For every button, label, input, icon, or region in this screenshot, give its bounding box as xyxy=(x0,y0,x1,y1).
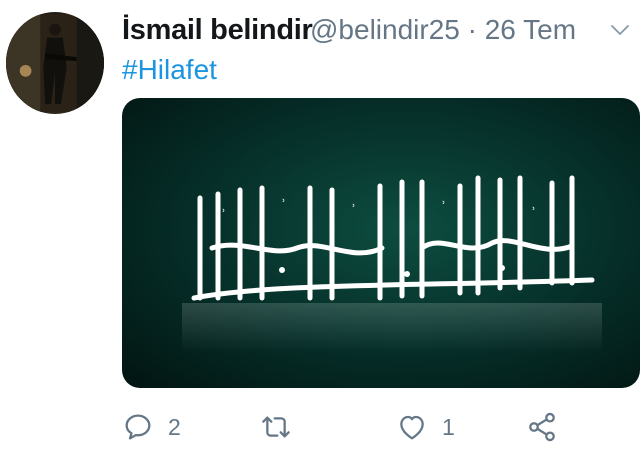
retweet-button[interactable] xyxy=(260,408,306,446)
svg-text:ʾ: ʾ xyxy=(222,207,226,221)
calligraphy-banner: ʾ ʾ ʾ ʾ ʾ xyxy=(182,175,602,353)
svg-text:ʾ: ʾ xyxy=(532,205,536,219)
hashtag-link[interactable]: #Hilafet xyxy=(122,54,217,86)
avatar-photo xyxy=(6,14,104,112)
svg-text:ʾ: ʾ xyxy=(442,199,446,213)
retweet-icon xyxy=(262,416,290,438)
tweet-actions: 2 1 xyxy=(122,408,640,448)
chevron-down-icon[interactable] xyxy=(608,18,632,42)
avatar[interactable] xyxy=(6,12,104,114)
like-count: 1 xyxy=(442,413,455,440)
tweet-media-image[interactable]: ʾ ʾ ʾ ʾ ʾ xyxy=(122,98,640,388)
share-button[interactable] xyxy=(526,408,558,446)
tweet-header: İsmail belindir @belindir25 · 26 Tem xyxy=(122,14,632,50)
reply-count: 2 xyxy=(168,413,181,440)
reply-icon xyxy=(125,414,151,440)
display-name[interactable]: İsmail belindir xyxy=(122,14,313,47)
svg-text:ʾ: ʾ xyxy=(282,197,286,211)
handle-and-time[interactable]: @belindir25 · 26 Tem xyxy=(310,14,576,46)
svg-text:ʾ: ʾ xyxy=(352,202,356,216)
reply-button[interactable]: 2 xyxy=(122,408,181,446)
heart-icon xyxy=(400,415,424,440)
like-button[interactable]: 1 xyxy=(396,408,455,446)
share-icon xyxy=(529,412,555,442)
